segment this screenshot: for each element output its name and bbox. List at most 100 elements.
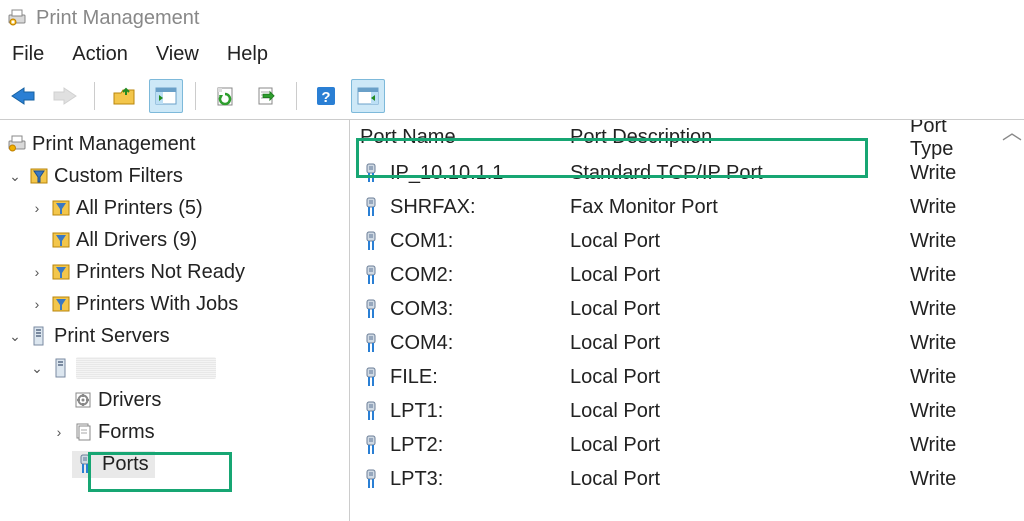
port-row[interactable]: COM4: Local PortWrite — [350, 326, 1024, 360]
menu-help[interactable]: Help — [227, 43, 268, 66]
menu-view[interactable]: View — [156, 43, 199, 66]
port-type: Write — [870, 298, 980, 321]
port-icon — [360, 366, 382, 388]
port-name: COM4: — [390, 332, 453, 355]
tree-printers-not-ready[interactable]: › Printers Not Ready — [6, 256, 343, 288]
port-description: Local Port — [570, 332, 870, 355]
tree-printers-with-jobs[interactable]: › Printers With Jobs — [6, 288, 343, 320]
collapse-icon[interactable]: ⌄ — [28, 360, 46, 377]
port-description: Local Port — [570, 400, 870, 423]
port-row[interactable]: FILE: Local PortWrite — [350, 360, 1024, 394]
tree-label: Printers Not Ready — [76, 261, 245, 284]
port-name: COM2: — [390, 264, 453, 287]
drivers-icon — [72, 389, 94, 411]
expand-icon[interactable]: › — [28, 264, 46, 280]
show-hide-tree-button[interactable] — [149, 79, 183, 113]
toolbar: ? — [0, 72, 1024, 120]
expand-icon[interactable]: › — [50, 424, 68, 440]
port-name: IP_10.10.1.1 — [390, 162, 503, 185]
port-name: COM3: — [390, 298, 453, 321]
tree-label: Drivers — [98, 389, 161, 412]
port-type: Write — [870, 468, 980, 491]
export-list-button[interactable] — [250, 79, 284, 113]
refresh-button[interactable] — [208, 79, 242, 113]
app-icon — [6, 7, 28, 29]
port-name: COM1: — [390, 230, 453, 253]
expand-icon[interactable]: › — [28, 296, 46, 312]
server-name-redacted — [76, 357, 216, 379]
filter-item-icon — [50, 293, 72, 315]
port-description: Fax Monitor Port — [570, 196, 870, 219]
help-button[interactable]: ? — [309, 79, 343, 113]
port-icon — [360, 434, 382, 456]
list-header: Port Name Port Description Port Type — [350, 120, 1024, 156]
tree-label: All Printers (5) — [76, 197, 203, 220]
filter-item-icon — [50, 229, 72, 251]
port-description: Local Port — [570, 264, 870, 287]
port-icon — [360, 230, 382, 252]
navigation-tree[interactable]: Print Management ⌄ Custom Filters › All … — [0, 120, 350, 521]
toolbar-separator — [195, 82, 196, 110]
show-hide-action-pane-button[interactable] — [351, 79, 385, 113]
menu-bar: File Action View Help — [0, 36, 1024, 72]
collapse-icon[interactable]: ⌄ — [6, 168, 24, 185]
column-port-type[interactable]: Port Type — [870, 120, 980, 161]
column-port-name[interactable]: Port Name — [360, 126, 570, 149]
tree-label: Custom Filters — [54, 165, 183, 188]
window-title: Print Management — [36, 7, 199, 30]
tree-all-drivers[interactable]: All Drivers (9) — [6, 224, 343, 256]
port-icon — [360, 468, 382, 490]
collapse-icon[interactable]: ⌄ — [6, 328, 24, 345]
tree-all-printers[interactable]: › All Printers (5) — [6, 192, 343, 224]
menu-file[interactable]: File — [12, 43, 44, 66]
ports-list[interactable]: ︿ Port Name Port Description Port Type I… — [350, 120, 1024, 521]
tree-ports[interactable]: Ports — [6, 448, 343, 480]
port-row[interactable]: COM2:Local PortWrite — [350, 258, 1024, 292]
forms-icon — [72, 421, 94, 443]
port-description: Local Port — [570, 366, 870, 389]
server-icon — [28, 325, 50, 347]
scroll-up-button[interactable]: ︿ — [1002, 120, 1022, 140]
svg-text:?: ? — [321, 89, 330, 106]
toolbar-separator — [296, 82, 297, 110]
port-description: Local Port — [570, 468, 870, 491]
tree-label: Print Servers — [54, 325, 170, 348]
port-row[interactable]: COM1:Local PortWrite — [350, 224, 1024, 258]
port-icon — [360, 400, 382, 422]
tree-root-label: Print Management — [32, 133, 195, 156]
back-button[interactable] — [6, 79, 40, 113]
port-icon — [360, 298, 382, 320]
folder-up-button[interactable] — [107, 79, 141, 113]
port-type: Write — [870, 366, 980, 389]
print-management-icon — [6, 133, 28, 155]
port-type: Write — [870, 332, 980, 355]
port-icon — [360, 332, 382, 354]
tree-custom-filters[interactable]: ⌄ Custom Filters — [6, 160, 343, 192]
tree-label: Printers With Jobs — [76, 293, 238, 316]
port-icon — [360, 196, 382, 218]
port-type: Write — [870, 196, 980, 219]
port-description: Local Port — [570, 434, 870, 457]
port-description: Local Port — [570, 298, 870, 321]
port-row[interactable]: LPT3:Local PortWrite — [350, 462, 1024, 496]
menu-action[interactable]: Action — [72, 43, 128, 66]
expand-icon[interactable]: › — [28, 200, 46, 216]
port-description: Local Port — [570, 230, 870, 253]
tree-root[interactable]: Print Management — [6, 128, 343, 160]
port-icon — [74, 453, 96, 475]
tree-drivers[interactable]: Drivers — [6, 384, 343, 416]
port-row[interactable]: IP_10.10.1.1Standard TCP/IP PortWrite — [350, 156, 1024, 190]
port-name: LPT2: — [390, 434, 443, 457]
toolbar-separator — [94, 82, 95, 110]
port-row[interactable]: LPT2:Local PortWrite — [350, 428, 1024, 462]
port-name: SHRFAX: — [390, 196, 476, 219]
port-row[interactable]: LPT1:Local PortWrite — [350, 394, 1024, 428]
tree-print-servers[interactable]: ⌄ Print Servers — [6, 320, 343, 352]
port-name: FILE: — [390, 366, 438, 389]
tree-label: Ports — [102, 453, 149, 476]
tree-server-node[interactable]: ⌄ — [6, 352, 343, 384]
port-row[interactable]: COM3: Local PortWrite — [350, 292, 1024, 326]
tree-forms[interactable]: › Forms — [6, 416, 343, 448]
column-port-description[interactable]: Port Description — [570, 126, 870, 149]
port-row[interactable]: SHRFAX: Fax Monitor PortWrite — [350, 190, 1024, 224]
